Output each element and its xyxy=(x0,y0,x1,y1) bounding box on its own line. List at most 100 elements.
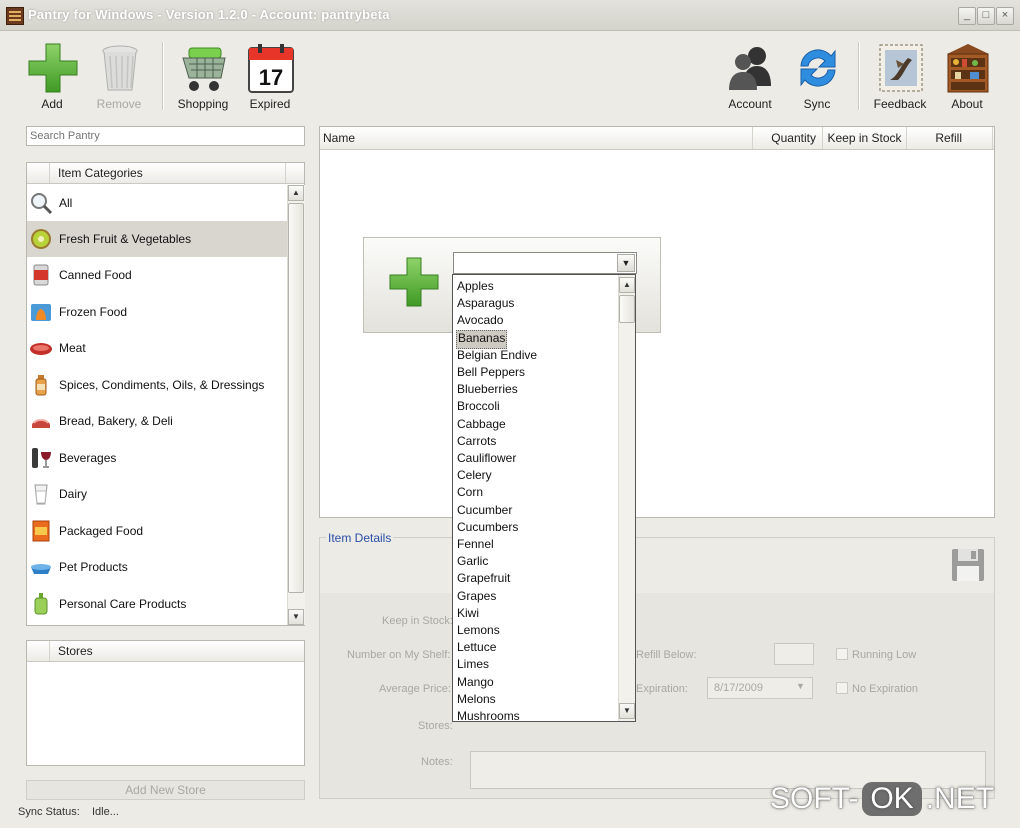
account-button[interactable]: Account xyxy=(718,40,782,112)
dropdown-option[interactable]: Apples xyxy=(456,278,495,295)
category-label: Beverages xyxy=(59,451,117,465)
column-name[interactable]: Name xyxy=(320,127,753,149)
no-expiration-label: No Expiration xyxy=(852,683,919,695)
watermark-left: SOFT- xyxy=(770,782,859,815)
item-details-title: Item Details xyxy=(326,531,394,545)
stores-list: Stores xyxy=(26,640,305,766)
category-item-meat[interactable]: Meat xyxy=(27,330,287,366)
dropdown-option[interactable]: Cucumber xyxy=(456,502,513,519)
dropdown-option[interactable]: Melons xyxy=(456,691,497,708)
about-button[interactable]: About xyxy=(935,40,999,112)
dropdown-option[interactable]: Belgian Endive xyxy=(456,347,538,364)
category-label: Meat xyxy=(59,341,86,355)
dropdown-option[interactable]: Mango xyxy=(456,674,495,691)
dropdown-option[interactable]: Avocado xyxy=(456,312,504,329)
dropdown-option[interactable]: Lemons xyxy=(456,622,501,639)
scroll-up-icon[interactable]: ▲ xyxy=(619,277,635,293)
expired-button[interactable]: 17 Expired xyxy=(238,40,302,112)
scroll-thumb[interactable] xyxy=(619,295,635,323)
average-price-label: Average Price: xyxy=(379,683,451,695)
sync-button[interactable]: Sync xyxy=(785,40,849,112)
remove-button[interactable]: Remove xyxy=(87,40,151,112)
lotion-icon xyxy=(34,593,48,615)
pet-bowl-icon xyxy=(31,564,51,574)
add-store-button[interactable]: Add New Store xyxy=(26,780,305,800)
item-combobox[interactable]: ▼ xyxy=(453,252,637,274)
dropdown-option[interactable]: Kiwi xyxy=(456,605,480,622)
search-input[interactable] xyxy=(26,126,305,146)
dropdown-option[interactable]: Mushrooms xyxy=(456,708,521,721)
category-item-dairy[interactable]: Dairy xyxy=(27,476,287,512)
category-item-bread[interactable]: Bread, Bakery, & Deli xyxy=(27,403,287,439)
category-item-packaged-food[interactable]: Packaged Food xyxy=(27,513,287,549)
scroll-down-icon[interactable]: ▼ xyxy=(619,703,635,719)
dropdown-option[interactable]: Celery xyxy=(456,467,493,484)
chevron-down-icon[interactable]: ▼ xyxy=(617,254,635,272)
dropdown-option[interactable]: Cauliflower xyxy=(456,450,517,467)
feedback-button[interactable]: Feedback xyxy=(868,40,932,112)
watermark-badge: OK xyxy=(862,782,922,816)
column-keep-in-stock[interactable]: Keep in Stock xyxy=(823,127,907,149)
dropdown-option[interactable]: Blueberries xyxy=(456,381,519,398)
sync-status-label: Sync Status: xyxy=(18,806,80,818)
dropdown-option[interactable]: Cabbage xyxy=(456,416,507,433)
app-icon xyxy=(6,7,24,25)
running-low-checkbox[interactable] xyxy=(836,648,848,660)
svg-text:17: 17 xyxy=(259,65,283,90)
minimize-icon: _ xyxy=(963,9,971,21)
shopping-label: Shopping xyxy=(177,97,229,111)
scroll-up-icon[interactable]: ▲ xyxy=(288,185,304,201)
category-item-canned-food[interactable]: Canned Food xyxy=(27,257,287,293)
minimize-button[interactable]: _ xyxy=(958,7,976,25)
category-item-frozen-food[interactable]: Frozen Food xyxy=(27,294,287,330)
dropdown-option[interactable]: Carrots xyxy=(456,433,497,450)
add-button[interactable]: Add xyxy=(20,40,84,112)
category-item-fresh-fruit[interactable]: Fresh Fruit & Vegetables xyxy=(27,221,287,257)
dropdown-option[interactable]: Corn xyxy=(456,484,484,501)
dropdown-option[interactable]: Asparagus xyxy=(456,295,515,312)
dropdown-option[interactable]: Limes xyxy=(456,656,490,673)
scroll-thumb[interactable] xyxy=(288,203,304,593)
category-item-pet-products[interactable]: Pet Products xyxy=(27,549,287,585)
scroll-down-icon[interactable]: ▼ xyxy=(288,609,304,625)
dropdown-option[interactable]: Cucumbers xyxy=(456,519,519,536)
item-dropdown-list[interactable]: Apples Asparagus Avocado Bananas Belgian End… xyxy=(452,274,636,722)
expiration-date-picker[interactable]: 8/17/2009 ▼ xyxy=(707,677,813,699)
meat-icon xyxy=(30,343,52,355)
shopping-button[interactable]: Shopping xyxy=(171,40,235,112)
dropdown-scrollbar[interactable]: ▲ ▼ xyxy=(618,275,635,721)
category-item-beverages[interactable]: Beverages xyxy=(27,440,287,476)
item-details-body: Keep in Stock: Number on My Shelf: Avera… xyxy=(320,593,994,798)
no-expiration-checkbox[interactable] xyxy=(836,682,848,694)
dropdown-option[interactable]: Fennel xyxy=(456,536,495,553)
notes-label: Notes: xyxy=(421,756,453,768)
refill-below-field[interactable] xyxy=(774,643,814,665)
watermark-right: .NET xyxy=(925,782,995,815)
category-label: Frozen Food xyxy=(59,305,128,319)
category-item-personal-care[interactable]: Personal Care Products xyxy=(27,586,287,622)
spice-icon xyxy=(35,375,47,396)
maximize-button[interactable]: □ xyxy=(977,7,995,25)
dropdown-option[interactable]: Grapefruit xyxy=(456,570,511,587)
chevron-down-icon[interactable]: ▼ xyxy=(796,681,805,691)
category-scrollbar[interactable]: ▲ ▼ xyxy=(287,185,305,625)
dropdown-option[interactable]: Lettuce xyxy=(456,639,497,656)
category-item-all[interactable]: All xyxy=(27,185,287,221)
save-icon[interactable] xyxy=(950,547,986,583)
category-item-spices[interactable]: Spices, Condiments, Oils, & Dressings xyxy=(27,367,287,403)
close-button[interactable]: × xyxy=(996,7,1014,25)
dropdown-option[interactable]: Grapes xyxy=(456,588,497,605)
column-quantity[interactable]: Quantity xyxy=(753,127,823,149)
category-label: Personal Care Products xyxy=(59,597,187,611)
dropdown-option[interactable]: Garlic xyxy=(456,553,489,570)
number-on-shelf-label: Number on My Shelf: xyxy=(347,649,451,661)
dropdown-option[interactable]: Bell Peppers xyxy=(456,364,526,381)
dropdown-option[interactable]: Bananas xyxy=(456,329,508,349)
column-refill[interactable]: Refill xyxy=(907,127,993,149)
watermark: SOFT- OK .NET xyxy=(770,782,994,822)
close-icon: × xyxy=(1001,9,1009,21)
dropdown-option[interactable]: Broccoli xyxy=(456,398,501,415)
plus-icon[interactable] xyxy=(388,256,440,308)
users-icon xyxy=(729,47,771,90)
can-icon xyxy=(33,264,49,286)
